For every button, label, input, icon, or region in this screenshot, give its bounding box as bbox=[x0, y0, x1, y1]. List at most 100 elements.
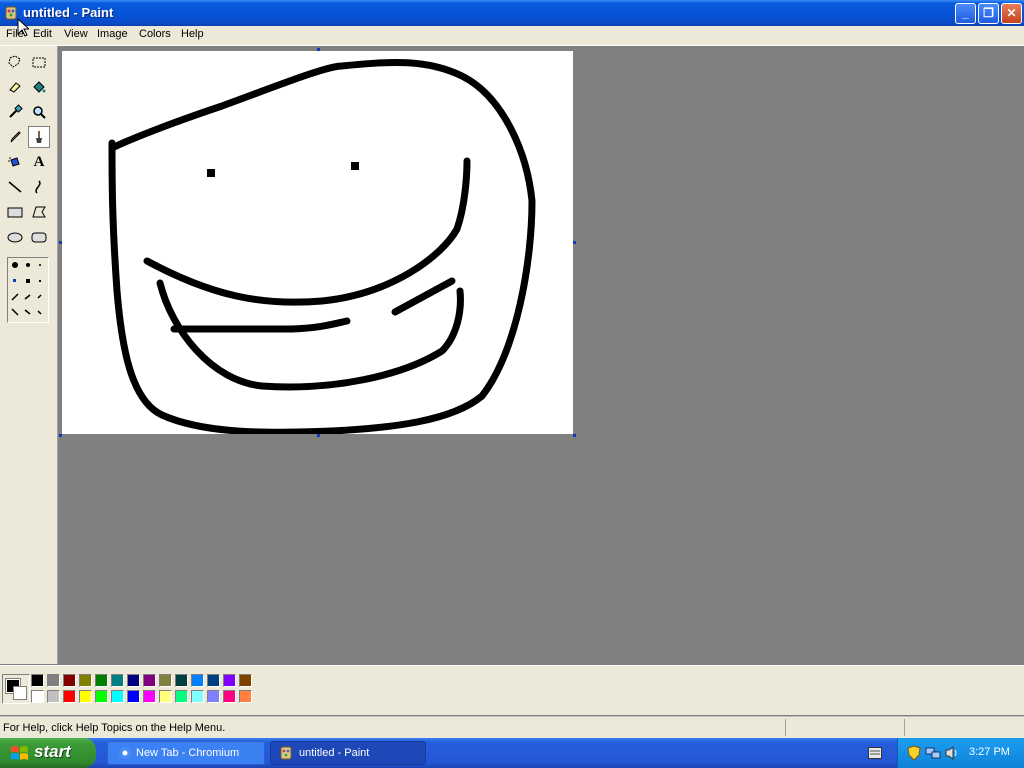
rectangle-tool[interactable] bbox=[4, 201, 26, 223]
menu-edit[interactable]: Edit bbox=[33, 28, 52, 40]
chromium-icon bbox=[119, 747, 131, 759]
line-tool[interactable] bbox=[4, 176, 26, 198]
color-swatch[interactable] bbox=[239, 674, 252, 687]
free-form-select-tool[interactable] bbox=[4, 51, 26, 73]
text-icon: A bbox=[33, 153, 45, 170]
color-swatch[interactable] bbox=[31, 690, 44, 703]
pencil-tool[interactable] bbox=[4, 126, 26, 148]
menu-colors[interactable]: Colors bbox=[139, 28, 171, 40]
color-swatch[interactable] bbox=[159, 674, 172, 687]
color-swatch[interactable] bbox=[207, 690, 220, 703]
color-swatch[interactable] bbox=[191, 690, 204, 703]
drawing-canvas[interactable] bbox=[62, 51, 573, 436]
pick-color-icon bbox=[9, 104, 23, 118]
title-bar[interactable]: untitled - Paint _ ❐ ✕ bbox=[0, 0, 1024, 26]
network-icon[interactable] bbox=[925, 746, 941, 760]
magnifier-icon bbox=[33, 106, 46, 119]
speaker-icon[interactable] bbox=[944, 745, 958, 761]
color-swatch[interactable] bbox=[63, 690, 76, 703]
color-swatch[interactable] bbox=[143, 674, 156, 687]
airbrush-tool[interactable] bbox=[4, 151, 26, 173]
system-tray: 3:27 PM bbox=[897, 738, 1024, 768]
taskbar-item-label: New Tab - Chromium bbox=[136, 747, 240, 759]
toolbox: A bbox=[0, 46, 58, 664]
color-swatch[interactable] bbox=[111, 690, 124, 703]
select-tool[interactable] bbox=[28, 51, 50, 73]
minimize-icon: _ bbox=[962, 6, 969, 20]
brush-shape-options[interactable] bbox=[7, 257, 49, 323]
polygon-tool[interactable] bbox=[28, 201, 50, 223]
color-swatch[interactable] bbox=[63, 674, 76, 687]
taskbar-item-label: untitled - Paint bbox=[299, 747, 370, 759]
curve-tool[interactable] bbox=[28, 176, 50, 198]
fill-bucket-tool[interactable] bbox=[28, 76, 50, 98]
color-swatch[interactable] bbox=[127, 690, 140, 703]
magnifier-tool[interactable] bbox=[28, 101, 50, 123]
polygon-icon bbox=[32, 206, 46, 218]
fill-bucket-icon bbox=[33, 81, 46, 93]
menu-image[interactable]: Image bbox=[97, 28, 128, 40]
pick-color-tool[interactable] bbox=[4, 101, 26, 123]
color-swatch[interactable] bbox=[175, 690, 188, 703]
brush-icon bbox=[36, 131, 42, 143]
eraser-tool[interactable] bbox=[4, 76, 26, 98]
brush-shapes-icon bbox=[11, 262, 42, 316]
color-swatch[interactable] bbox=[191, 674, 204, 687]
start-button[interactable]: start bbox=[0, 738, 96, 768]
color-swatch[interactable] bbox=[95, 690, 108, 703]
eraser-icon bbox=[9, 82, 21, 93]
close-icon: ✕ bbox=[1006, 6, 1017, 20]
color-swatch[interactable] bbox=[223, 674, 236, 687]
color-swatch[interactable] bbox=[111, 674, 124, 687]
minimize-button[interactable]: _ bbox=[955, 3, 976, 24]
security-shield-icon[interactable] bbox=[907, 745, 921, 761]
resize-handle[interactable] bbox=[573, 434, 576, 437]
close-button[interactable]: ✕ bbox=[1001, 3, 1022, 24]
resize-handle[interactable] bbox=[317, 434, 320, 437]
pencil-icon bbox=[10, 131, 21, 143]
keyboard-icon[interactable] bbox=[868, 747, 882, 759]
window-title: untitled - Paint bbox=[23, 5, 114, 20]
resize-handle[interactable] bbox=[317, 48, 320, 51]
background-color[interactable] bbox=[13, 686, 27, 700]
maximize-button[interactable]: ❐ bbox=[978, 3, 999, 24]
color-swatch[interactable] bbox=[95, 674, 108, 687]
color-swatch[interactable] bbox=[159, 690, 172, 703]
current-colors[interactable] bbox=[2, 674, 30, 704]
taskbar-item-paint[interactable]: untitled - Paint bbox=[270, 741, 426, 765]
color-swatch[interactable] bbox=[223, 690, 236, 703]
rounded-rectangle-icon bbox=[31, 232, 47, 243]
color-swatch[interactable] bbox=[79, 674, 92, 687]
color-swatch[interactable] bbox=[239, 690, 252, 703]
color-swatch[interactable] bbox=[47, 690, 60, 703]
restore-icon: ❐ bbox=[983, 6, 994, 20]
airbrush-icon bbox=[8, 157, 20, 167]
status-help-text: For Help, click Help Topics on the Help … bbox=[3, 722, 226, 734]
color-palette bbox=[0, 665, 1024, 715]
color-swatch[interactable] bbox=[127, 674, 140, 687]
brush-tool[interactable] bbox=[28, 126, 50, 148]
resize-handle[interactable] bbox=[59, 241, 62, 244]
resize-handle[interactable] bbox=[573, 241, 576, 244]
menu-help[interactable]: Help bbox=[181, 28, 204, 40]
text-tool[interactable]: A bbox=[28, 151, 50, 173]
ellipse-tool[interactable] bbox=[4, 226, 26, 248]
status-separator bbox=[785, 719, 786, 736]
select-icon bbox=[32, 57, 46, 68]
color-swatch[interactable] bbox=[175, 674, 188, 687]
status-bar: For Help, click Help Topics on the Help … bbox=[0, 716, 1024, 739]
color-swatch[interactable] bbox=[207, 674, 220, 687]
color-swatch[interactable] bbox=[79, 690, 92, 703]
color-swatch[interactable] bbox=[31, 674, 44, 687]
color-swatch[interactable] bbox=[143, 690, 156, 703]
menu-view[interactable]: View bbox=[64, 28, 88, 40]
free-form-select-icon bbox=[8, 55, 21, 68]
resize-handle[interactable] bbox=[59, 434, 62, 437]
canvas-drawing bbox=[108, 58, 536, 436]
rounded-rectangle-tool[interactable] bbox=[28, 226, 50, 248]
color-swatch[interactable] bbox=[47, 674, 60, 687]
line-icon bbox=[8, 181, 22, 193]
taskbar-item-chromium[interactable]: New Tab - Chromium bbox=[107, 741, 265, 765]
mouse-cursor-icon bbox=[17, 18, 29, 37]
clock: 3:27 PM bbox=[969, 746, 1010, 758]
